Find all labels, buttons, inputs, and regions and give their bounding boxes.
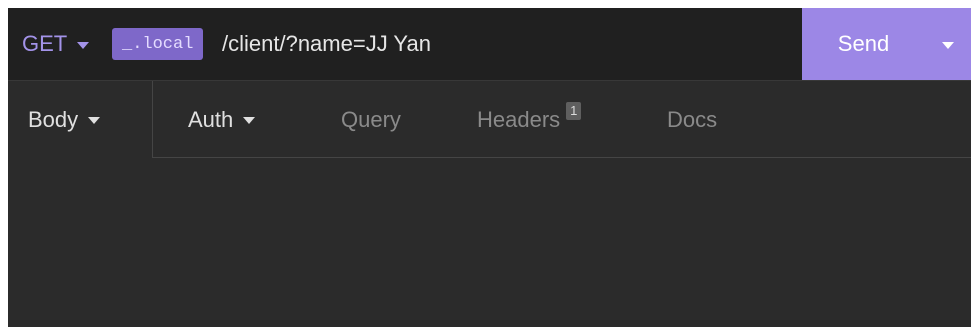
url-input[interactable]: /client/?name=JJ Yan — [222, 8, 431, 80]
headers-count-badge: 1 — [566, 101, 582, 120]
tab-headers[interactable]: Headers 1 — [477, 81, 582, 158]
tab-body-label: Body — [28, 106, 79, 132]
tab-body[interactable]: Body — [8, 81, 153, 158]
tab-auth[interactable]: Auth — [188, 81, 256, 158]
chevron-down-icon — [88, 117, 101, 124]
tab-headers-label: Headers — [477, 106, 561, 132]
send-options-button[interactable] — [925, 8, 971, 80]
send-button[interactable]: Send — [802, 8, 925, 80]
chevron-down-icon — [243, 117, 256, 124]
method-dropdown[interactable]: GET — [22, 8, 90, 80]
tab-query[interactable]: Query — [341, 81, 401, 158]
tab-auth-label: Auth — [188, 106, 234, 132]
chevron-down-icon — [942, 41, 954, 49]
tab-docs-label: Docs — [667, 106, 718, 132]
request-panel: GET _.local /client/?name=JJ Yan Send Bo… — [8, 8, 971, 327]
request-body-editor[interactable] — [8, 158, 971, 327]
url-bar: GET _.local /client/?name=JJ Yan Send — [8, 8, 971, 81]
request-tabs: Body Auth Query Headers 1 Docs — [8, 81, 971, 158]
chevron-down-icon — [77, 41, 90, 49]
environment-variable-tag[interactable]: _.local — [112, 28, 204, 60]
tab-docs[interactable]: Docs — [667, 81, 717, 158]
tab-query-label: Query — [341, 106, 401, 132]
method-label: GET — [22, 31, 68, 56]
